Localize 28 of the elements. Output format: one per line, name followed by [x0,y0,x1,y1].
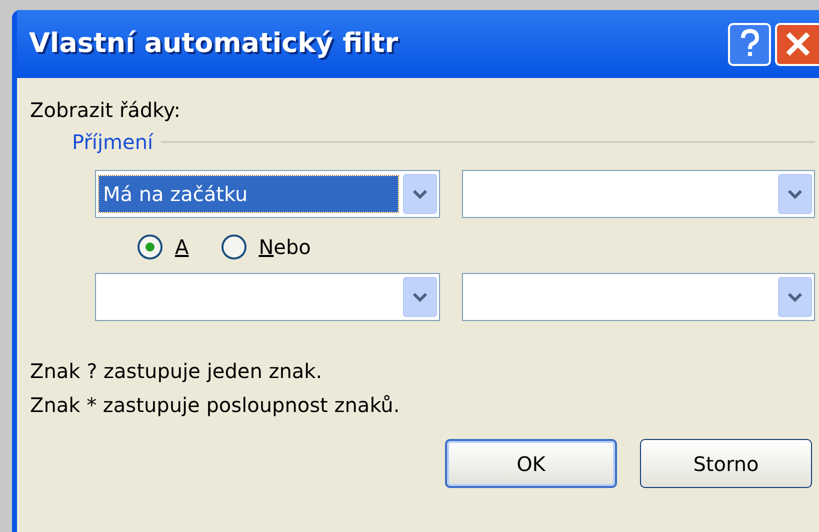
dropdown-field[interactable] [462,273,815,321]
radio-label: Nebo [258,237,311,257]
hint-text: Znak ? zastupuje jeden znak. [30,361,322,381]
dropdown-field[interactable] [95,273,440,321]
show-rows-label: Zobrazit řádky: [30,100,181,120]
close-button[interactable] [775,22,819,66]
dropdown-arrow-button[interactable] [403,277,438,317]
window-title: Vlastní automatický filtr [29,26,398,61]
help-icon [738,29,760,59]
dropdown-field[interactable]: Má na začátku [95,170,440,218]
dropdown-value: Má na začátku [99,176,398,212]
dialog-button[interactable]: Storno [640,439,812,488]
chevron-down-icon [787,189,803,199]
hint-text: Znak * zastupuje posloupnost znaků. [30,395,400,415]
chevron-down-icon [412,292,428,302]
chevron-down-icon [412,189,428,199]
dropdown-arrow-button[interactable] [403,174,438,214]
radio-button[interactable] [220,234,247,260]
close-icon [785,31,811,57]
dialog-button[interactable]: OK [445,439,617,488]
radio-label: A [175,237,189,257]
chevron-down-icon [787,292,803,302]
group-title: Příjmení [72,132,154,152]
dropdown-field[interactable] [462,170,815,218]
dropdown-arrow-button[interactable] [778,174,812,214]
dropdown-arrow-button[interactable] [778,277,812,317]
help-button[interactable] [728,22,771,66]
radio-button[interactable] [137,234,163,260]
